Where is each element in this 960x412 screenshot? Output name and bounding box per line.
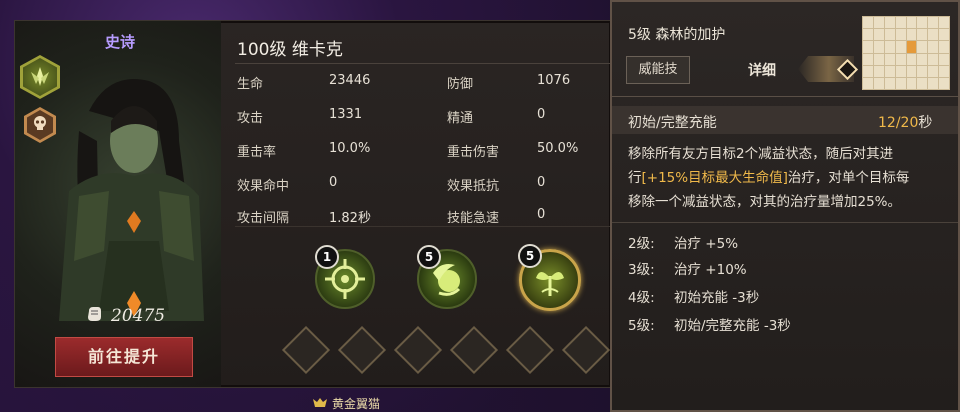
stat-value: 0 <box>329 175 338 190</box>
stat-value: 1331 <box>329 107 363 122</box>
stat-value: 10.0% <box>329 141 371 156</box>
power-value: 20475 <box>111 306 166 326</box>
equipment-slot[interactable] <box>449 325 499 375</box>
equipment-slot[interactable] <box>393 325 443 375</box>
power-row: 20475 <box>85 305 165 327</box>
skill-level-badge: 5 <box>417 245 441 269</box>
skill-range-grid <box>862 16 950 90</box>
stat-label: 精通 <box>447 111 474 126</box>
stat-label: 生命 <box>237 77 264 92</box>
power-fist-icon <box>85 305 103 327</box>
skill-level-badge: 1 <box>315 245 339 269</box>
hero-panel: 史诗 20475 前往提升 100级 维卡克 生命 23446 防御 1076 … <box>14 20 612 388</box>
stat-value: 0 <box>537 175 546 190</box>
skill-slot-2[interactable]: 5 <box>417 245 477 309</box>
stat-value: 1076 <box>537 73 571 88</box>
level-bonus: 5级: 初始/完整充能 -3秒 <box>628 318 791 334</box>
stat-label: 技能急速 <box>447 211 500 226</box>
skill-detail-panel: 5级 森林的加护 威能技 详细 初始/完整充能 12/20秒 移除所有友方目标2… <box>610 0 960 412</box>
equipment-slot[interactable] <box>505 325 555 375</box>
companion-name: 黄金翼猫 <box>332 397 381 411</box>
hero-portrait: 史诗 20475 前往提升 <box>15 21 221 387</box>
upgrade-button[interactable]: 前往提升 <box>55 337 193 377</box>
charge-value: 12/20秒 <box>878 115 933 131</box>
divider <box>235 63 611 64</box>
rarity-label: 史诗 <box>105 33 136 51</box>
skill-title: 5级 森林的加护 <box>628 27 726 43</box>
stat-label: 效果抵抗 <box>447 179 500 194</box>
stat-label: 攻击 <box>237 111 264 126</box>
divider <box>612 222 958 223</box>
hero-name: 100级 维卡克 <box>237 40 343 60</box>
skill-slot-3-selected[interactable]: 5 <box>518 244 581 311</box>
stat-label: 防御 <box>447 77 474 92</box>
stat-value: 50.0% <box>537 141 579 156</box>
divider <box>612 96 958 97</box>
skill-level-badge: 5 <box>518 244 542 268</box>
equipment-slot[interactable] <box>337 325 387 375</box>
equipment-slot[interactable] <box>281 325 331 375</box>
level-bonus: 2级: 治疗 +5% <box>628 236 739 252</box>
skill-type-tag: 威能技 <box>626 56 690 84</box>
detail-toggle-label: 详细 <box>748 63 776 79</box>
level-bonus: 4级: 初始充能 -3秒 <box>628 290 760 306</box>
divider <box>235 226 611 227</box>
equipment-slot[interactable] <box>561 325 611 375</box>
stat-label: 重击伤害 <box>447 145 500 160</box>
stat-value: 1.82秒 <box>329 211 371 226</box>
level-bonus: 3级: 治疗 +10% <box>628 262 747 278</box>
companion-tag[interactable]: 黄金翼猫 <box>312 395 380 412</box>
cat-wing-icon <box>312 395 328 412</box>
skill-description: 移除所有友方目标2个减益状态，随后对其进 行[+15%目标最大生命值]治疗，对单… <box>628 146 910 210</box>
stat-value: 0 <box>537 107 546 122</box>
stat-value: 0 <box>537 207 546 222</box>
stat-label: 攻击间隔 <box>237 211 290 226</box>
skill-slot-1[interactable]: 1 <box>315 245 375 309</box>
stat-value: 23446 <box>329 73 371 88</box>
hero-character-art <box>59 79 204 321</box>
stat-label: 效果命中 <box>237 179 290 194</box>
charge-label: 初始/完整充能 <box>628 115 717 131</box>
stat-label: 重击率 <box>237 145 277 160</box>
